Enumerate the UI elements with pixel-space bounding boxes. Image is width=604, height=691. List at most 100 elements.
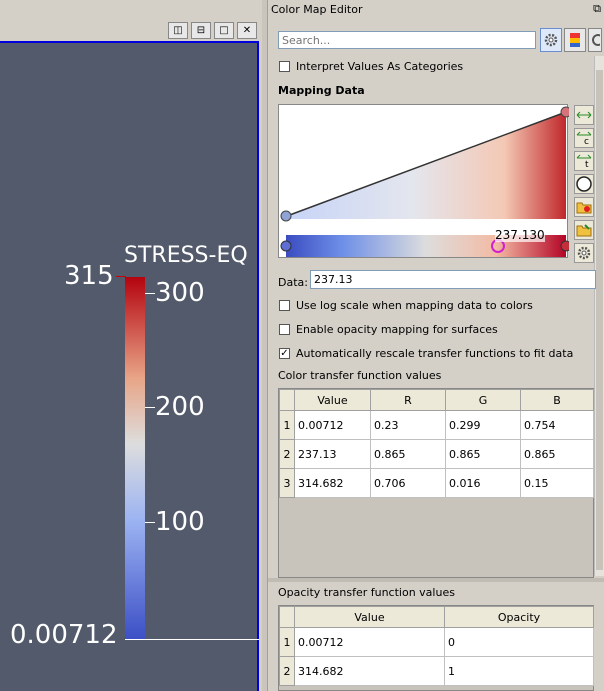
auto-rescale-checkbox[interactable]: ✓ Automatically rescale transfer functio…	[279, 347, 573, 360]
checkbox-box[interactable]	[279, 324, 290, 335]
table-cell[interactable]: 0.865	[370, 439, 446, 469]
rescale-custom-button[interactable]: c	[574, 128, 594, 148]
scrollbar-thumb[interactable]	[596, 70, 603, 570]
save-defaults-button[interactable]	[564, 28, 586, 52]
rescale-to-data-button[interactable]	[574, 105, 594, 125]
column-header[interactable]: R	[370, 389, 446, 411]
rescale-time-icon: t	[576, 154, 592, 168]
table-cell[interactable]: 0.23	[370, 410, 446, 440]
color-point-max[interactable]	[560, 240, 569, 252]
checkbox-label: Interpret Values As Categories	[296, 60, 464, 73]
scalar-bar-tick	[145, 522, 155, 523]
table-cell[interactable]: 0.299	[445, 410, 521, 440]
column-header[interactable]: Value	[294, 389, 371, 411]
render-view: ◫ ⊟ □ ✕ STRESS-EQ 315 300 200 100 0.0071…	[0, 0, 262, 691]
table-cell[interactable]: 0.15	[520, 468, 594, 498]
table-row[interactable]: 2 237.13 0.865 0.865 0.865	[279, 439, 594, 469]
row-number[interactable]: 2	[279, 656, 295, 686]
svg-text:c: c	[584, 137, 589, 145]
nan-color-button[interactable]	[574, 174, 594, 194]
color-tf-table-frame: Value R G B 1 0.00712 0.23 0.299 0.754 2…	[278, 388, 594, 578]
interpret-categories-checkbox[interactable]: Interpret Values As Categories	[279, 60, 463, 73]
circle-icon	[576, 176, 592, 192]
data-value-input[interactable]: 237.13	[310, 270, 596, 289]
maximize-button[interactable]: □	[214, 22, 234, 39]
view-toolbar: ◫ ⊟ □ ✕	[0, 0, 262, 41]
float-panel-icon[interactable]: ⧉	[593, 2, 601, 16]
advanced-settings-button[interactable]	[540, 28, 562, 52]
scalar-bar[interactable]	[125, 277, 145, 639]
render-canvas[interactable]: STRESS-EQ 315 300 200 100 0.00712	[0, 41, 259, 691]
scalar-bar-min-label: 0.00712	[10, 620, 118, 650]
row-number[interactable]: 1	[279, 410, 295, 440]
table-header-row: Value Opacity	[279, 606, 594, 628]
row-number[interactable]: 3	[279, 468, 295, 498]
table-cell[interactable]: 0.00712	[294, 410, 371, 440]
split-horizontal-button[interactable]: ◫	[168, 22, 188, 39]
table-cell[interactable]: 237.13	[294, 439, 371, 469]
scalar-bar-min-tick	[125, 639, 259, 640]
gear-icon-partial	[592, 34, 600, 46]
folder-open-icon	[576, 224, 592, 237]
rescale-arrows-icon	[576, 111, 592, 119]
scalar-bar-tick-label: 200	[155, 392, 205, 422]
table-cell[interactable]: 0.016	[445, 468, 521, 498]
rescale-custom-icon: c	[576, 131, 592, 145]
opacity-tf-label: Opacity transfer function values	[278, 586, 455, 599]
column-header[interactable]: G	[445, 389, 521, 411]
color-map-editor-panel: Color Map Editor ⧉ Interpret Values As C…	[267, 0, 604, 691]
split-vertical-button[interactable]: ⊟	[191, 22, 211, 39]
color-point-min[interactable]	[280, 240, 292, 252]
table-row[interactable]: 1 0.00712 0.23 0.299 0.754	[279, 410, 594, 440]
table-cell[interactable]: 0.00712	[294, 627, 445, 657]
opacity-mapping-checkbox[interactable]: Enable opacity mapping for surfaces	[279, 323, 498, 336]
table-cell[interactable]: 314.682	[294, 468, 371, 498]
editor-settings-button[interactable]	[574, 243, 594, 263]
mapping-data-label: Mapping Data	[278, 84, 365, 97]
checkbox-box[interactable]	[279, 300, 290, 311]
color-tf-label: Color transfer function values	[278, 369, 442, 382]
row-number[interactable]: 1	[279, 627, 295, 657]
gear-icon	[544, 33, 558, 47]
column-header[interactable]: B	[520, 389, 594, 411]
scalar-bar-title: STRESS-EQ	[124, 243, 248, 268]
checkbox-box-checked[interactable]: ✓	[279, 348, 290, 359]
log-scale-checkbox[interactable]: Use log scale when mapping data to color…	[279, 299, 533, 312]
transfer-function-editor[interactable]: 237.130	[278, 104, 569, 258]
table-row[interactable]: 3 314.682 0.706 0.016 0.15	[279, 468, 594, 498]
table-cell[interactable]: 0.706	[370, 468, 446, 498]
table-header-row: Value R G B	[279, 389, 594, 411]
choose-preset-button[interactable]	[574, 220, 594, 240]
row-number[interactable]: 2	[279, 439, 295, 469]
column-header[interactable]: Value	[294, 606, 445, 628]
scalar-bar-max-label: 315	[64, 261, 114, 291]
scalar-bar-tick-label: 300	[155, 278, 205, 308]
overflow-button[interactable]	[588, 28, 602, 52]
table-cell[interactable]: 1	[444, 656, 594, 686]
search-input[interactable]	[278, 31, 536, 49]
table-cell[interactable]: 314.682	[294, 656, 445, 686]
table-cell[interactable]: 0.865	[445, 439, 521, 469]
panel-divider[interactable]	[268, 578, 604, 582]
opacity-tf-table[interactable]: Value Opacity 1 0.00712 0 2 314.682 1	[279, 606, 594, 686]
save-preset-button[interactable]	[574, 197, 594, 217]
close-view-button[interactable]: ✕	[237, 22, 257, 39]
table-cell[interactable]: 0.754	[520, 410, 594, 440]
corner-cell[interactable]	[279, 389, 295, 411]
color-palette-icon	[570, 33, 580, 47]
table-row[interactable]: 2 314.682 1	[279, 656, 594, 686]
color-tf-table[interactable]: Value R G B 1 0.00712 0.23 0.299 0.754 2…	[279, 389, 594, 498]
checkbox-label: Enable opacity mapping for surfaces	[296, 323, 498, 336]
scalar-bar-max-tick	[116, 276, 126, 277]
rescale-temporal-button[interactable]: t	[574, 151, 594, 171]
corner-cell[interactable]	[279, 606, 295, 628]
scalar-bar-tick-label: 100	[155, 507, 205, 537]
data-label: Data:	[278, 276, 308, 289]
current-point-value: 237.130	[495, 228, 545, 242]
column-header[interactable]: Opacity	[444, 606, 594, 628]
vertical-scrollbar[interactable]	[594, 56, 604, 576]
checkbox-box[interactable]	[279, 61, 290, 72]
table-row[interactable]: 1 0.00712 0	[279, 627, 594, 657]
table-cell[interactable]: 0.865	[520, 439, 594, 469]
table-cell[interactable]: 0	[444, 627, 594, 657]
